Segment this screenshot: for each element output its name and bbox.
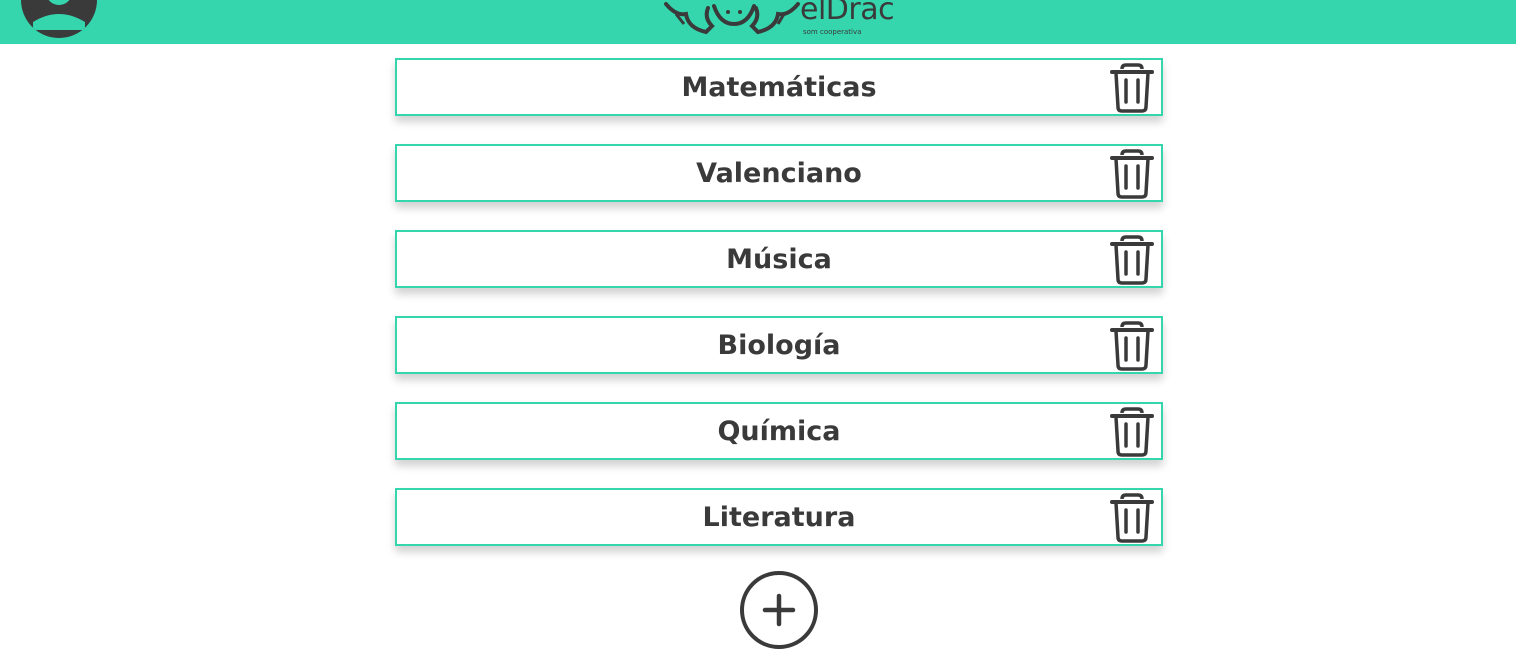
brand-tagline: som cooperativa xyxy=(803,28,862,36)
trash-icon[interactable] xyxy=(1109,63,1155,113)
trash-icon[interactable] xyxy=(1109,493,1155,543)
subject-item[interactable]: Música xyxy=(395,230,1163,288)
brand-logo[interactable]: elDrac som cooperativa xyxy=(664,0,896,40)
trash-icon[interactable] xyxy=(1109,407,1155,457)
trash-icon[interactable] xyxy=(1109,149,1155,199)
subject-item[interactable]: Matemáticas xyxy=(395,58,1163,116)
trash-icon[interactable] xyxy=(1109,235,1155,285)
subject-label: Química xyxy=(717,415,841,447)
subject-item[interactable]: Química xyxy=(395,402,1163,460)
dragon-logo-icon xyxy=(664,2,800,35)
subject-item[interactable]: Valenciano xyxy=(395,144,1163,202)
brand-name: elDrac xyxy=(800,0,895,27)
user-avatar-svg xyxy=(21,0,97,38)
subject-item[interactable]: Biología xyxy=(395,316,1163,374)
subject-list: Matemáticas Valenciano Música Biología Q… xyxy=(395,58,1163,574)
subject-label: Literatura xyxy=(702,501,856,533)
header-bar: elDrac som cooperativa xyxy=(0,0,1516,44)
add-subject-button[interactable] xyxy=(739,570,819,650)
subject-label: Matemáticas xyxy=(681,71,877,103)
trash-icon[interactable] xyxy=(1109,321,1155,371)
subject-item[interactable]: Literatura xyxy=(395,488,1163,546)
subject-label: Música xyxy=(726,243,832,275)
subject-label: Valenciano xyxy=(696,157,862,189)
user-avatar-icon[interactable] xyxy=(21,0,97,38)
subject-label: Biología xyxy=(717,329,841,361)
